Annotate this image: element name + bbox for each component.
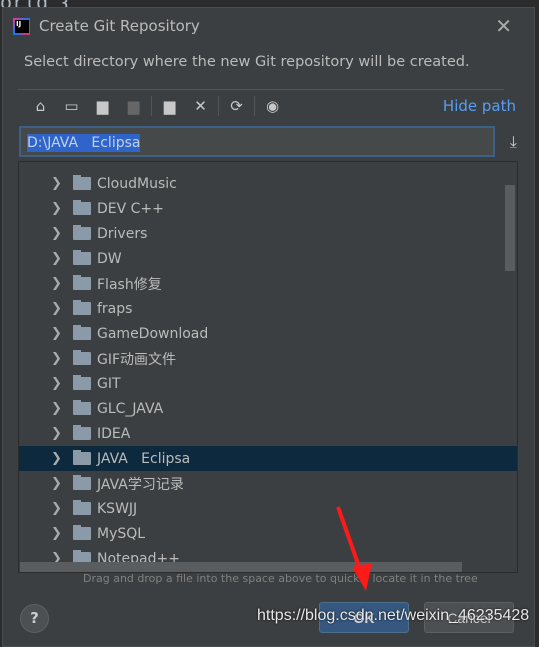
- chevron-right-icon[interactable]: ❯: [51, 276, 73, 291]
- path-input[interactable]: D:\JAVA Eclipsa: [19, 126, 495, 157]
- folder-icon: [73, 225, 91, 240]
- chevron-right-icon[interactable]: ❯: [51, 201, 73, 216]
- chevron-right-icon[interactable]: ❯: [51, 426, 73, 441]
- tree-item-label: IDEA: [97, 425, 131, 442]
- project-folder-icon[interactable]: ▆: [87, 97, 118, 115]
- chevron-right-icon[interactable]: ❯: [51, 526, 73, 541]
- create-git-repository-dialog: Create Git Repository ✕ Select directory…: [2, 7, 535, 647]
- chevron-right-icon[interactable]: ❯: [51, 501, 73, 516]
- tree-item-label: DW: [97, 250, 122, 267]
- tree-item[interactable]: ❯ Drivers: [19, 221, 517, 246]
- tree-item-label: Flash修复: [97, 276, 162, 293]
- folder-icon: [73, 175, 91, 190]
- tree-item[interactable]: ❯ fraps: [19, 296, 517, 321]
- chevron-right-icon[interactable]: ❯: [51, 251, 73, 266]
- path-value: D:\JAVA Eclipsa: [27, 134, 141, 152]
- toolbar: ⌂ ▭ ▆ ▆ ▆ ✕ ⟳ ◉: [25, 94, 288, 118]
- tree-item-label: MySQL: [97, 525, 146, 542]
- help-button[interactable]: ?: [20, 604, 49, 633]
- folder-icon: [73, 475, 91, 490]
- chevron-right-icon[interactable]: ❯: [51, 226, 73, 241]
- chevron-right-icon[interactable]: ❯: [51, 401, 73, 416]
- vertical-scrollbar[interactable]: [505, 185, 515, 271]
- show-hidden-icon[interactable]: ◉: [257, 97, 288, 115]
- folder-icon: [73, 425, 91, 440]
- refresh-icon[interactable]: ⟳: [221, 97, 252, 115]
- chevron-right-icon[interactable]: ❯: [51, 326, 73, 341]
- description: Select directory where the new Git repos…: [24, 54, 470, 70]
- tree-item-label: JAVA学习记录: [97, 476, 184, 493]
- chevron-right-icon[interactable]: ❯: [51, 301, 73, 316]
- tree-item-label: GameDownload: [97, 325, 209, 342]
- delete-icon[interactable]: ✕: [185, 97, 216, 115]
- annotation-arrow: [336, 506, 372, 591]
- tree-item[interactable]: ❯ CloudMusic: [19, 171, 517, 196]
- chevron-right-icon[interactable]: ❯: [51, 176, 73, 191]
- title-bar: Create Git Repository: [13, 17, 200, 35]
- folder-icon: [73, 500, 91, 515]
- chevron-right-icon[interactable]: ❯: [51, 451, 73, 466]
- folder-icon: [73, 200, 91, 215]
- drag-drop-hint: Drag and drop a file into the space abov…: [83, 572, 478, 585]
- tree-item-label: DEV C++: [97, 200, 164, 217]
- chevron-right-icon[interactable]: ❯: [51, 476, 73, 491]
- folder-icon: [73, 250, 91, 265]
- tree-item-label: GLC_JAVA: [97, 400, 164, 417]
- folder-icon: [73, 300, 91, 315]
- tree-item[interactable]: ❯ JAVA学习记录: [19, 471, 517, 496]
- tree-item[interactable]: ❯ DW: [19, 246, 517, 271]
- intellij-logo-icon: [13, 17, 30, 35]
- tree-item[interactable]: ❯ GameDownload: [19, 321, 517, 346]
- folder-icon: [73, 400, 91, 415]
- horizontal-scrollbar[interactable]: [20, 562, 462, 572]
- module-folder-icon[interactable]: ▆: [118, 97, 149, 115]
- folder-icon: [73, 350, 91, 365]
- download-icon[interactable]: ⤓: [510, 132, 517, 152]
- close-icon[interactable]: ✕: [495, 14, 512, 38]
- home-icon[interactable]: ⌂: [25, 97, 56, 115]
- directory-tree[interactable]: ❯ CloudMusic ❯ DEV C++ ❯ Drivers ❯ DW ❯ Flash修复 ❯ f…: [18, 161, 518, 573]
- desktop-icon[interactable]: ▭: [56, 97, 87, 115]
- folder-icon: [73, 375, 91, 390]
- dialog-title: Create Git Repository: [39, 17, 200, 35]
- tree-item-label: Drivers: [97, 225, 148, 242]
- new-folder-icon[interactable]: ▆: [154, 97, 185, 115]
- tree-item[interactable]: ❯ Flash修复: [19, 271, 517, 296]
- tree-item-label: JAVA Eclipsa: [97, 450, 191, 467]
- tree-item[interactable]: ❯ JAVA Eclipsa: [19, 446, 517, 471]
- folder-icon: [73, 275, 91, 290]
- toolbar-separator: [151, 96, 152, 116]
- tree-item[interactable]: ❯ MySQL: [19, 521, 517, 546]
- toolbar-separator: [218, 96, 219, 116]
- watermark: https://blog.csdn.net/weixin_46235428: [257, 607, 530, 624]
- tree-item-label: KSWJJ: [97, 500, 138, 517]
- tree-item-label: GIT: [97, 375, 121, 392]
- tree-item[interactable]: ❯ GIF动画文件: [19, 346, 517, 371]
- folder-icon: [73, 325, 91, 340]
- tree-item[interactable]: ❯ IDEA: [19, 421, 517, 446]
- tree-item[interactable]: ❯ GLC_JAVA: [19, 396, 517, 421]
- chevron-right-icon[interactable]: ❯: [51, 351, 73, 366]
- toolbar-separator: [254, 96, 255, 116]
- tree-item[interactable]: ❯ KSWJJ: [19, 496, 517, 521]
- folder-icon: [73, 525, 91, 540]
- tree-item-label: CloudMusic: [97, 175, 177, 192]
- tree-item-label: GIF动画文件: [97, 351, 177, 368]
- hide-path-link[interactable]: Hide path: [443, 97, 516, 115]
- tree-item[interactable]: ❯ GIT: [19, 371, 517, 396]
- folder-icon: [73, 450, 91, 465]
- divider: [18, 89, 504, 90]
- chevron-right-icon[interactable]: ❯: [51, 376, 73, 391]
- tree-item[interactable]: ❯ DEV C++: [19, 196, 517, 221]
- tree-item-label: fraps: [97, 300, 133, 317]
